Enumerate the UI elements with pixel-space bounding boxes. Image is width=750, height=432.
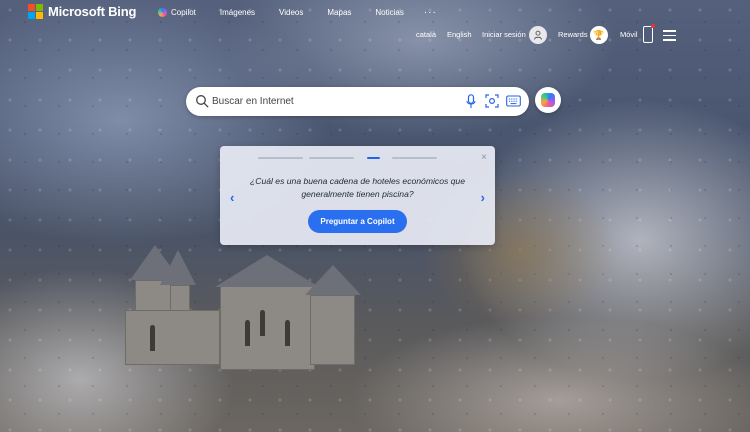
microsoft-logo-icon bbox=[28, 4, 43, 19]
search-input[interactable] bbox=[212, 92, 442, 111]
keyboard-icon[interactable] bbox=[506, 95, 521, 107]
carousel-dot[interactable] bbox=[309, 157, 354, 159]
nav-news[interactable]: Noticias bbox=[375, 8, 403, 17]
notification-dot bbox=[651, 24, 655, 28]
copilot-logo-icon bbox=[541, 93, 555, 107]
search-icon[interactable] bbox=[195, 94, 209, 108]
top-nav: Copilot Imágenes Videos Mapas Noticias ·… bbox=[158, 7, 461, 18]
carousel-dot[interactable] bbox=[392, 157, 437, 159]
close-icon[interactable]: × bbox=[481, 152, 487, 163]
rewards-trophy-icon[interactable]: 🏆 bbox=[590, 26, 608, 44]
ask-copilot-button[interactable]: Preguntar a Copilot bbox=[308, 210, 407, 233]
microphone-icon[interactable] bbox=[466, 94, 476, 109]
nav-maps[interactable]: Mapas bbox=[327, 8, 351, 17]
nav-copilot-label: Copilot bbox=[171, 8, 196, 17]
prev-arrow-icon[interactable]: ‹ bbox=[230, 190, 234, 205]
person-icon bbox=[534, 30, 542, 40]
bing-brand[interactable]: Microsoft Bing bbox=[28, 4, 136, 19]
logo-square-blue bbox=[28, 12, 35, 19]
phone-icon[interactable] bbox=[643, 26, 653, 43]
nav-more-icon[interactable]: ··· bbox=[424, 7, 437, 18]
carousel-dot-active[interactable] bbox=[367, 157, 380, 159]
nav-images[interactable]: Imágenes bbox=[220, 8, 255, 17]
carousel-dot[interactable] bbox=[258, 157, 303, 159]
logo-square-green bbox=[36, 4, 43, 11]
search-box[interactable] bbox=[186, 87, 529, 116]
next-arrow-icon[interactable]: › bbox=[481, 190, 485, 205]
logo-square-red bbox=[28, 4, 35, 11]
lang-catala-link[interactable]: català bbox=[416, 30, 436, 39]
suggestion-question: ¿Cuál es una buena cadena de hoteles eco… bbox=[250, 176, 465, 199]
mobile-link[interactable]: Móvil bbox=[620, 30, 638, 39]
lang-english-link[interactable]: English bbox=[447, 30, 472, 39]
user-avatar-icon[interactable] bbox=[529, 26, 547, 44]
nav-videos[interactable]: Videos bbox=[279, 8, 303, 17]
nav-copilot[interactable]: Copilot bbox=[158, 8, 196, 17]
brand-name: Microsoft Bing bbox=[48, 4, 137, 19]
copilot-icon bbox=[158, 8, 167, 17]
visual-search-icon[interactable] bbox=[485, 94, 499, 108]
copilot-suggestion-card: × ‹ › ¿Cuál es una buena cadena de hotel… bbox=[220, 146, 495, 245]
carousel-indicators bbox=[258, 157, 443, 159]
signin-link[interactable]: Iniciar sesión bbox=[482, 30, 526, 39]
logo-square-yellow bbox=[36, 12, 43, 19]
monastery-illustration bbox=[110, 240, 380, 370]
top-header: Microsoft Bing Copilot Imágenes Videos M… bbox=[0, 0, 750, 24]
copilot-button[interactable] bbox=[535, 87, 561, 113]
rewards-link[interactable]: Rewards bbox=[558, 30, 588, 39]
hamburger-menu-icon[interactable] bbox=[663, 30, 676, 44]
